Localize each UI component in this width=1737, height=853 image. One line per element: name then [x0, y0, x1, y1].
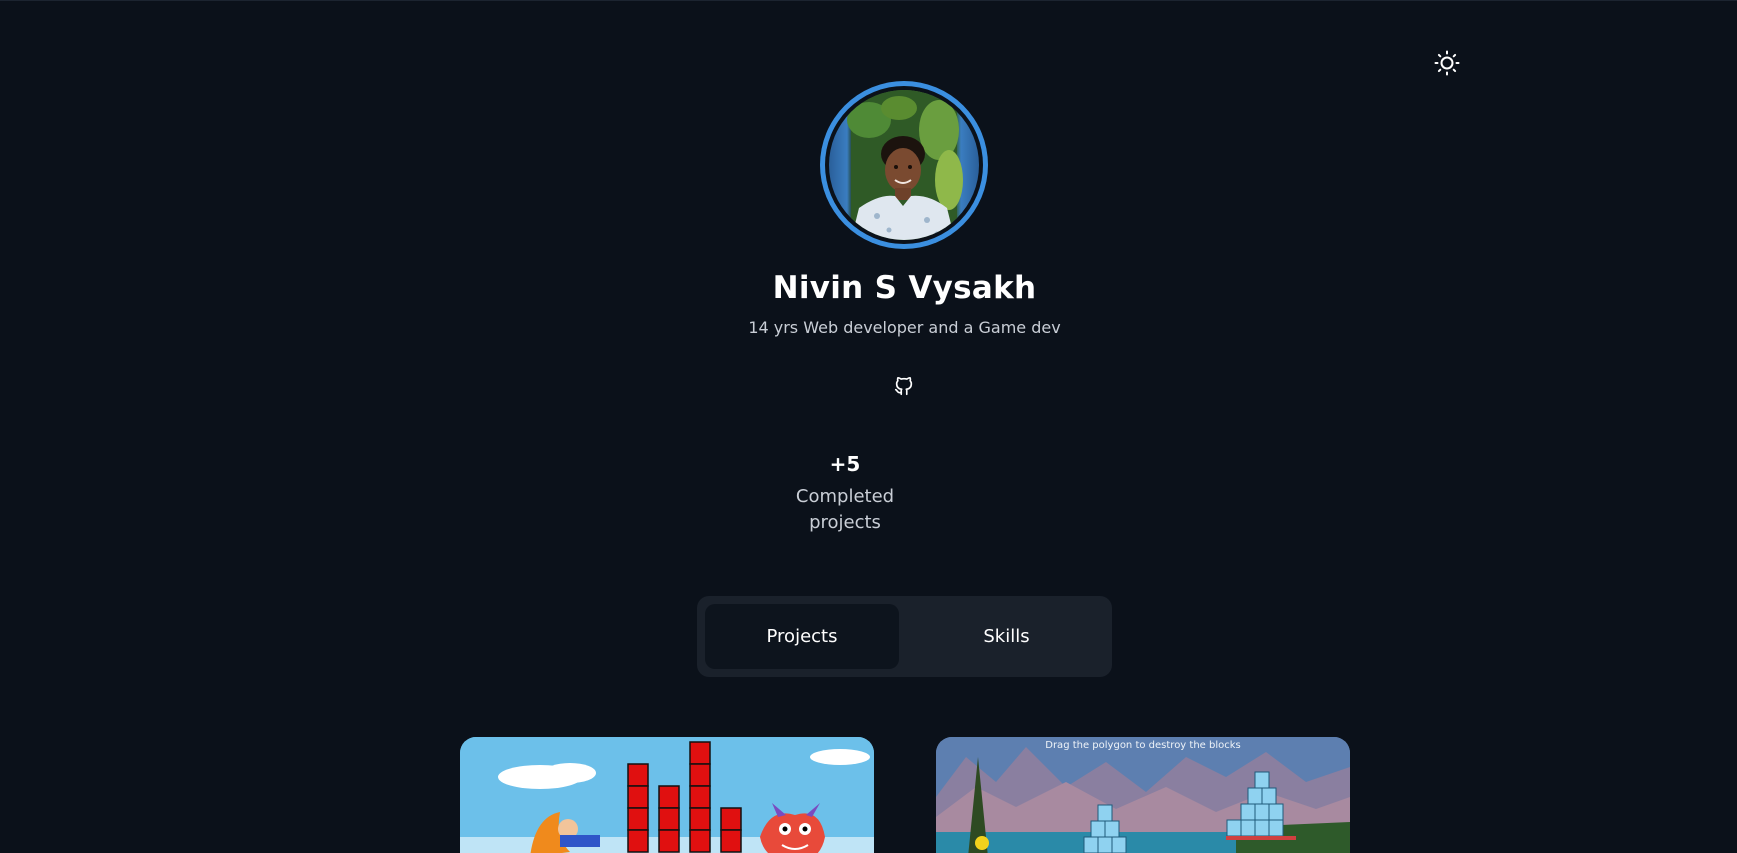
- theme-toggle-button[interactable]: [1432, 48, 1462, 78]
- sun-icon: [1434, 50, 1460, 76]
- project-card[interactable]: [460, 737, 874, 853]
- stat-value: +5: [829, 452, 861, 476]
- section-tabs: Projects Skills: [697, 596, 1112, 677]
- top-border: [0, 0, 1737, 1]
- project-card[interactable]: Drag the polygon to destroy the blocks: [936, 737, 1350, 853]
- portfolio-page: Nivin S Vysakh 14 yrs Web developer and …: [0, 0, 1737, 853]
- project-thumbnail: [460, 737, 874, 853]
- stat-label: Completed projects: [795, 486, 895, 533]
- avatar-frame: [825, 86, 983, 244]
- tab-projects[interactable]: Projects: [705, 604, 899, 669]
- avatar: [820, 81, 988, 249]
- github-link[interactable]: [892, 374, 916, 398]
- profile-name: Nivin S Vysakh: [772, 270, 1037, 306]
- avatar-photo: [829, 90, 979, 240]
- github-icon: [894, 376, 913, 396]
- profile-tagline: 14 yrs Web developer and a Game dev: [748, 318, 1061, 337]
- stat-completed-projects: +5 Completed projects: [770, 450, 920, 536]
- tab-skills[interactable]: Skills: [909, 604, 1104, 669]
- project-thumbnail-caption: Drag the polygon to destroy the blocks: [1045, 740, 1241, 751]
- project-thumbnail: [936, 737, 1350, 853]
